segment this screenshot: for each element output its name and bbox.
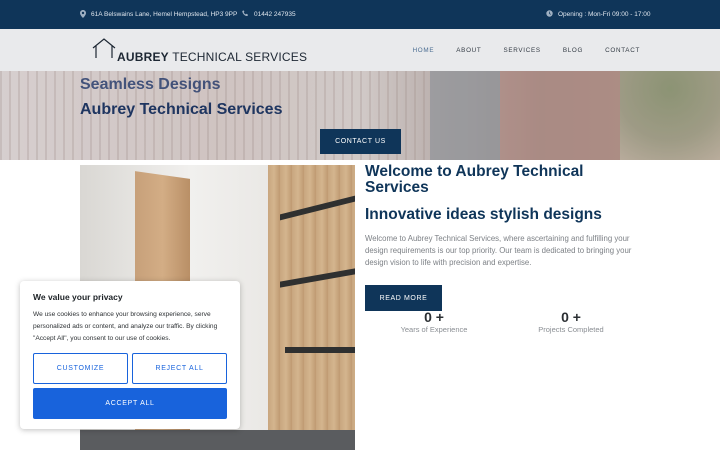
nav-home[interactable]: HOME — [413, 47, 435, 54]
contact-us-button[interactable]: CONTACT US — [320, 129, 401, 154]
nav-contact[interactable]: CONTACT — [605, 47, 640, 54]
clock-icon — [546, 10, 553, 19]
site-logo[interactable]: AUBREY TECHNICAL SERVICES — [91, 37, 308, 64]
accept-all-button[interactable]: ACCEPT ALL — [33, 388, 227, 419]
customize-button[interactable]: CUSTOMIZE — [33, 353, 128, 384]
stat-projects-label: Projects Completed — [538, 325, 604, 334]
hours-text: Opening : Mon-Fri 09:00 - 17:00 — [558, 11, 651, 18]
reject-all-button[interactable]: REJECT ALL — [132, 353, 227, 384]
phone-text[interactable]: 01442 247935 — [254, 11, 296, 18]
address-item: 61A Belswains Lane, Hemel Hempstead, HP3… — [80, 0, 237, 29]
address-text: 61A Belswains Lane, Hemel Hempstead, HP3… — [91, 11, 238, 18]
tagline-heading: Innovative ideas stylish designs — [365, 206, 602, 223]
hours-item: Opening : Mon-Fri 09:00 - 17:00 — [546, 0, 651, 29]
hero-title-line2: Aubrey Technical Services — [80, 101, 283, 118]
nav-blog[interactable]: BLOG — [563, 47, 583, 54]
cookie-consent-dialog: We value your privacy We use cookies to … — [20, 281, 240, 429]
phone-icon — [242, 10, 249, 19]
main-nav: HOME ABOUT SERVICES BLOG CONTACT — [413, 29, 640, 71]
read-more-button[interactable]: READ MORE — [365, 285, 442, 311]
stat-projects: 0 + Projects Completed — [516, 309, 626, 335]
cookie-text: We use cookies to enhance your browsing … — [33, 311, 218, 342]
stat-years: 0 + Years of Experience — [379, 309, 489, 335]
stat-years-value: 0 + — [424, 309, 444, 325]
hero-banner: Seamless Designs Aubrey Technical Servic… — [0, 71, 720, 160]
nav-about[interactable]: ABOUT — [456, 47, 481, 54]
nav-services[interactable]: SERVICES — [503, 47, 540, 54]
location-pin-icon — [80, 9, 86, 20]
hero-title-line1: Seamless Designs — [80, 76, 221, 93]
photo-floor — [80, 430, 355, 450]
stat-projects-value: 0 + — [561, 309, 581, 325]
top-info-bar: 61A Belswains Lane, Hemel Hempstead, HP3… — [0, 0, 720, 29]
welcome-heading: Welcome to Aubrey Technical Services — [365, 163, 584, 196]
phone-item[interactable]: 01442 247935 — [242, 0, 296, 29]
logo-text: AUBREY TECHNICAL SERVICES — [117, 50, 308, 64]
house-logo-icon — [91, 37, 119, 64]
photo-shelf — [285, 347, 355, 353]
cookie-title: We value your privacy — [33, 292, 123, 302]
intro-paragraph: Welcome to Aubrey Technical Services, wh… — [365, 234, 632, 267]
site-header: AUBREY TECHNICAL SERVICES HOME ABOUT SER… — [0, 29, 720, 71]
stat-years-label: Years of Experience — [400, 325, 468, 334]
